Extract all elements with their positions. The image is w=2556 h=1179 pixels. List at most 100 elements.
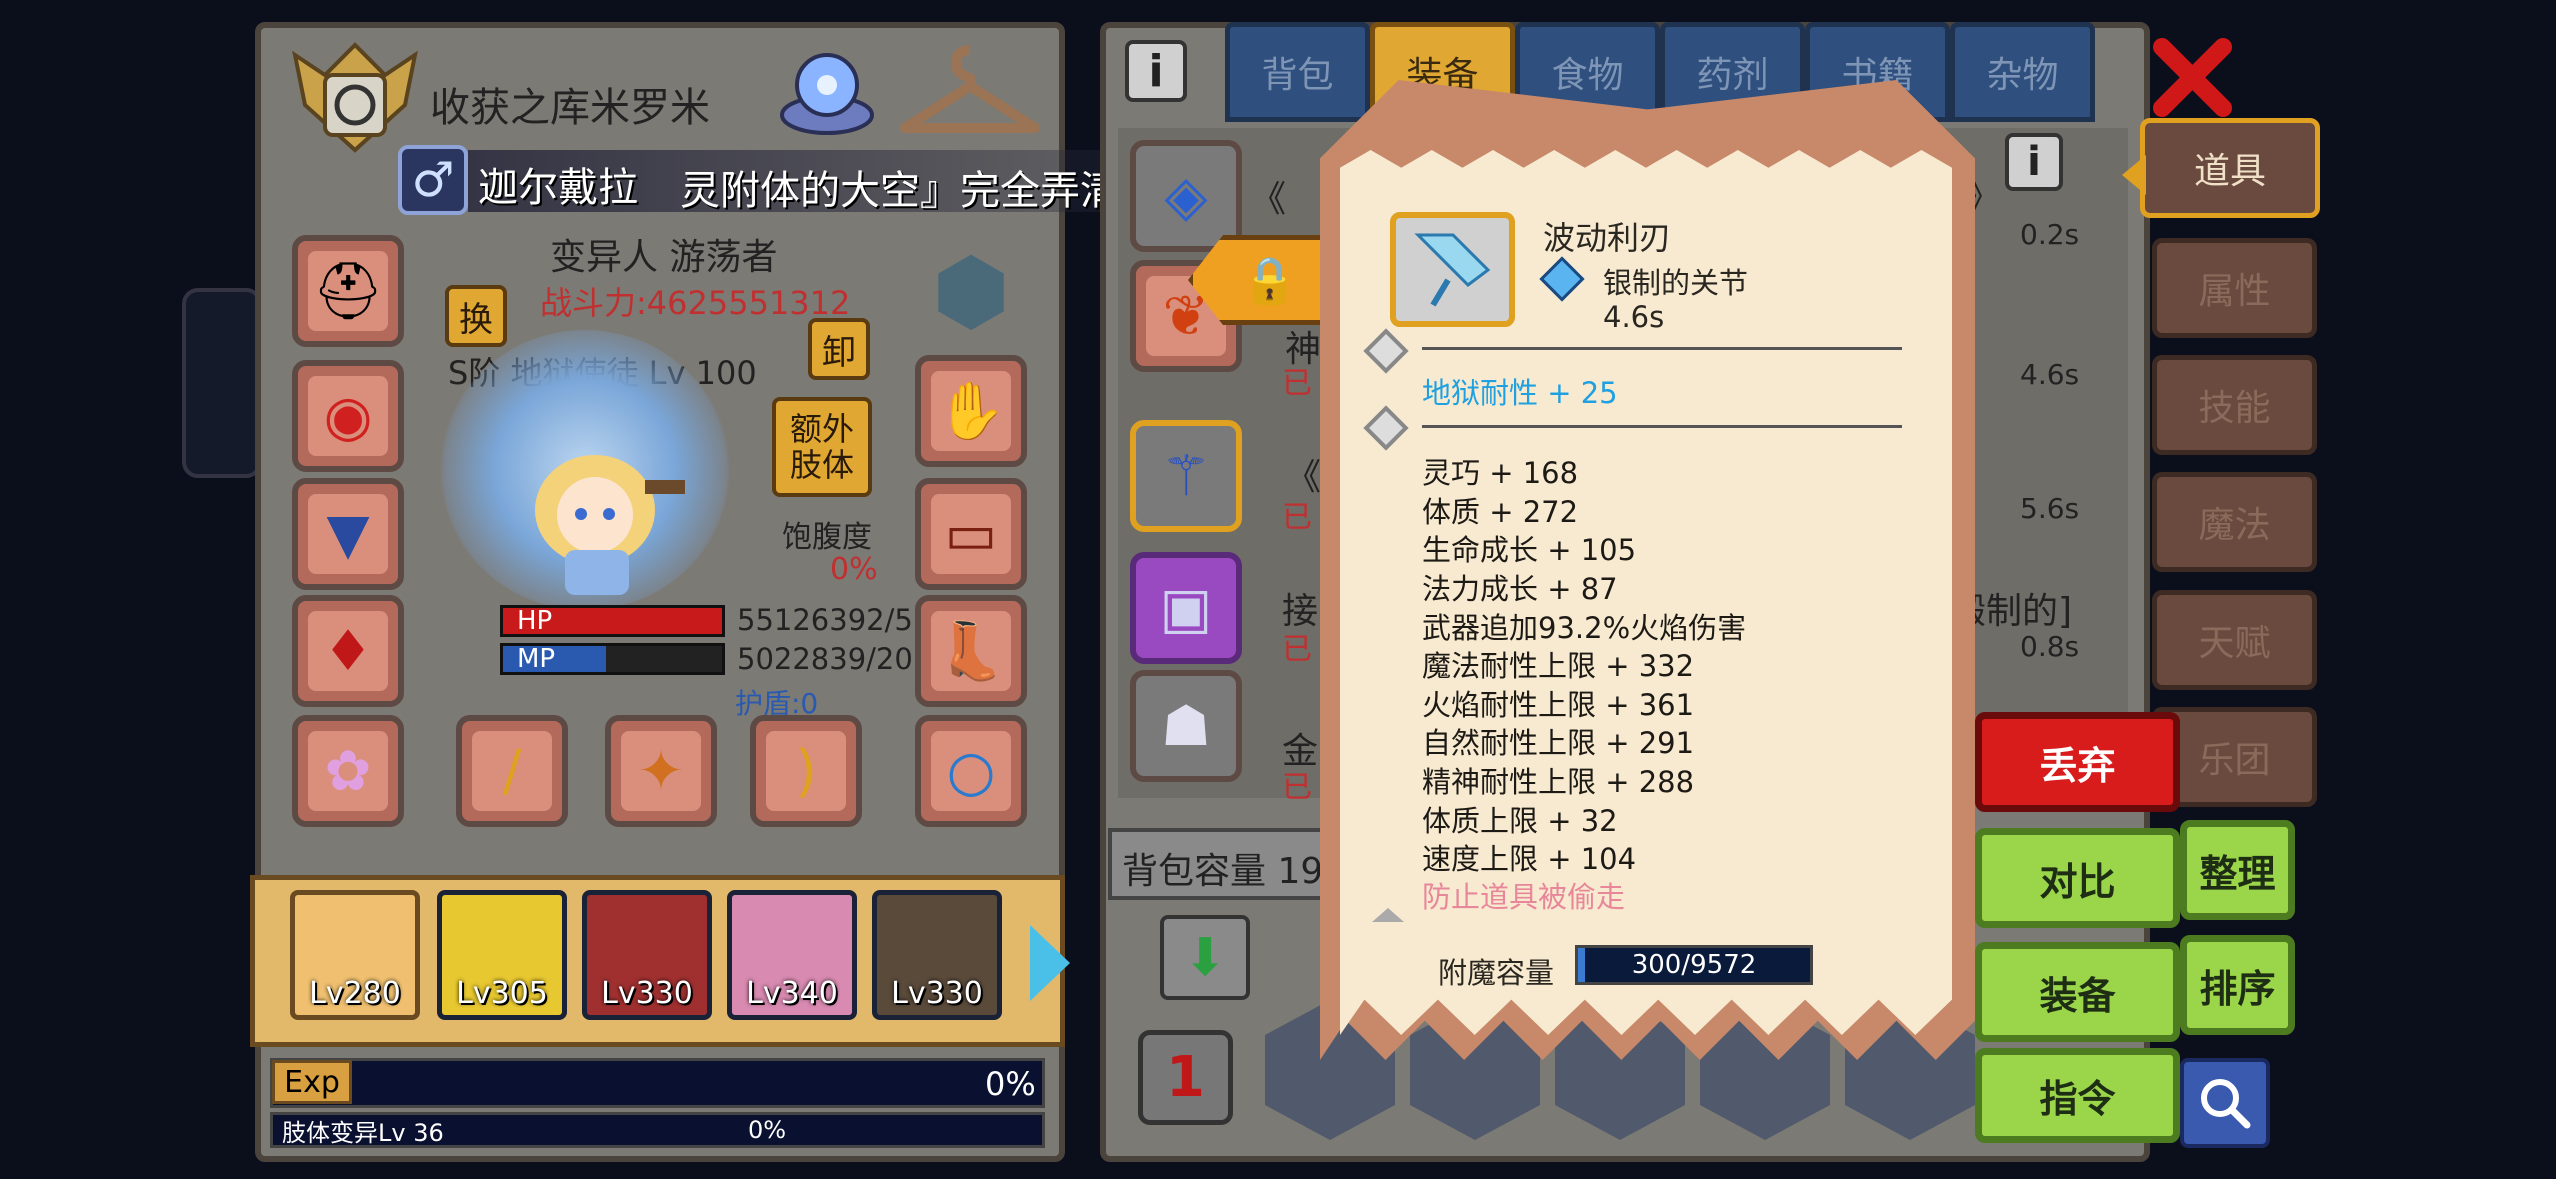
tab-misc[interactable]: 杂物 (1950, 22, 2095, 122)
necklace-icon: ◉ (323, 383, 373, 449)
side-tab-magic[interactable]: 魔法 (2152, 472, 2317, 572)
satiety-label: 饱腹度 (782, 520, 872, 555)
extra-limb-button[interactable]: 额外肢体 (772, 397, 872, 497)
party-member-level: Lv330 (891, 976, 983, 1011)
equip-slot-gloves[interactable]: ✋ (915, 355, 1027, 467)
orb-icon[interactable] (775, 40, 880, 140)
left-edge-fragment (182, 288, 262, 478)
scroll-up-icon[interactable] (1372, 908, 1404, 922)
side-tab-items[interactable]: 道具 (2140, 118, 2320, 218)
tooltip-item-name: 波动利刃 (1543, 219, 1672, 257)
chip-icon: ▣ (1159, 575, 1213, 641)
extra-limb-label: 额外肢体 (789, 410, 854, 484)
cape-icon: ▼ (326, 501, 370, 567)
command-button[interactable]: 指令 (1975, 1048, 2180, 1143)
stat-line: 自然耐性上限 + 291 (1422, 726, 1695, 760)
enchant-value: 300/9572 (1631, 950, 1757, 980)
equip-slot-emblem[interactable]: ⬢ (915, 235, 1027, 347)
party-member-4[interactable]: Lv340 (727, 890, 857, 1020)
mp-bar: MP (500, 643, 725, 675)
character-name: 迦尔戴拉 (478, 165, 638, 211)
character-sprite (505, 440, 695, 600)
equip-slot-pet[interactable]: ✿ (292, 715, 404, 827)
close-icon[interactable] (2150, 35, 2235, 120)
warning-text: 防止道具被偷走 (1422, 880, 1626, 914)
item-time: 0.2s (2020, 218, 2080, 251)
party-member-level: Lv280 (309, 976, 401, 1011)
stat-line: 体质 + 272 (1422, 495, 1579, 529)
number-sort-button[interactable]: 1 (1138, 1030, 1233, 1125)
class-line: 变异人 游荡者 (550, 237, 778, 278)
party-member-1[interactable]: Lv280 (290, 890, 420, 1020)
side-tab-skills[interactable]: 技能 (2152, 355, 2317, 455)
stat-line: 武器追加93.2%火焰伤害 (1422, 611, 1747, 645)
special-stat: 地狱耐性 + 25 (1422, 376, 1618, 410)
download-icon[interactable]: ⬇ (1160, 915, 1250, 1000)
stat-line: 精神耐性上限 + 288 (1422, 765, 1695, 799)
hp-label: HP (517, 606, 553, 636)
item-slot: ▣ (1130, 552, 1242, 664)
equip-slot-ring[interactable]: ○ (915, 715, 1027, 827)
item-icon: ◈ (1164, 163, 1208, 229)
spear-icon: ✦ (637, 738, 685, 804)
crest-icon (285, 35, 425, 155)
stat-line: 魔法耐性上限 + 332 (1422, 649, 1695, 683)
stat-line: 生命成长 + 105 (1422, 533, 1637, 567)
item-time: 0.8s (2020, 630, 2080, 663)
tooltip-subtitle: 银制的关节 (1603, 266, 1749, 300)
equip-slot-cape[interactable]: ▼ (292, 478, 404, 590)
party-next-arrow-icon[interactable] (1030, 925, 1070, 1001)
robot-icon: ☗ (1160, 693, 1212, 759)
info-icon[interactable]: i (1125, 40, 1187, 102)
satiety-value: 0% (830, 552, 878, 587)
tab-backpack[interactable]: 背包 (1225, 22, 1370, 122)
discard-button[interactable]: 丢弃 (1975, 712, 2180, 812)
hp-bar: HP (500, 605, 725, 637)
stat-line: 体质上限 + 32 (1422, 804, 1618, 838)
item-time: 5.6s (2020, 492, 2080, 525)
equip-slot-weapon-main[interactable]: / (456, 715, 568, 827)
unequip-button[interactable]: 卸 (808, 318, 870, 380)
info-icon[interactable]: i (2005, 133, 2063, 191)
side-tab-attributes[interactable]: 属性 (2152, 238, 2317, 338)
armor-icon: ♦ (322, 618, 374, 684)
enchant-label: 附魔容量 (1438, 956, 1555, 990)
equip-slot-weapon-3[interactable]: ) (750, 715, 862, 827)
stat-line: 法力成长 + 87 (1422, 572, 1618, 606)
combat-power: 战斗力:4625551312 (540, 284, 851, 322)
item-status: 已 (1282, 366, 1312, 401)
sort-button[interactable]: 排序 (2180, 935, 2295, 1035)
equip-slot-necklace[interactable]: ◉ (292, 360, 404, 472)
equip-slot-helmet[interactable]: ⛑ (292, 235, 404, 347)
hanger-icon[interactable] (895, 40, 1045, 140)
equip-slot-belt[interactable]: ▭ (915, 478, 1027, 590)
page-title: 收获之库米罗米 (430, 85, 710, 131)
party-member-2[interactable]: Lv305 (437, 890, 567, 1020)
equip-button[interactable]: 装备 (1975, 942, 2180, 1042)
party-member-3[interactable]: Lv330 (582, 890, 712, 1020)
exp-label: Exp (272, 1060, 352, 1104)
party-member-5[interactable]: Lv330 (872, 890, 1002, 1020)
compare-button[interactable]: 对比 (1975, 828, 2180, 928)
party-member-level: Lv330 (601, 976, 693, 1011)
exp-value: 0% (985, 1065, 1036, 1103)
side-tab-pointer-icon (2122, 155, 2146, 195)
equip-slot-armor[interactable]: ♦ (292, 595, 404, 707)
equip-slot-weapon-2[interactable]: ✦ (605, 715, 717, 827)
exp-bar (270, 1058, 1045, 1108)
search-icon[interactable] (2180, 1058, 2270, 1148)
item-status: 已 (1282, 500, 1312, 535)
boots-icon: 👢 (936, 619, 1006, 684)
item-status: 已 (1282, 632, 1312, 667)
gender-icon: ♂ (398, 145, 468, 215)
capacity-label: 背包容量 19 (1122, 851, 1324, 892)
item-time: 4.6s (2020, 358, 2080, 391)
organize-button[interactable]: 整理 (2180, 820, 2295, 920)
equip-slot-boots[interactable]: 👢 (915, 595, 1027, 707)
helmet-icon: ⛑ (312, 259, 384, 324)
swap-button[interactable]: 换 (445, 285, 507, 347)
bow-icon: ) (795, 738, 817, 804)
item-name: 《 (1250, 179, 1287, 220)
side-tab-talent[interactable]: 天赋 (2152, 590, 2317, 690)
mace-icon: ⚚ (1160, 443, 1212, 509)
